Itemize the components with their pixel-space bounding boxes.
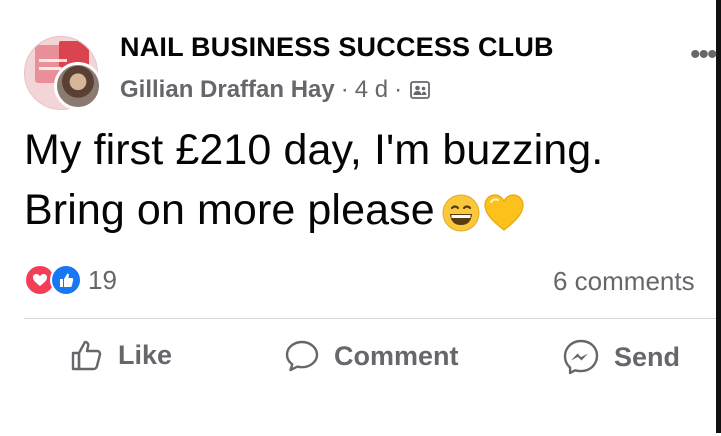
screen-edge [716,0,721,433]
divider [24,318,716,319]
post-text: My first £210 day, I'm buzzing. Bring on… [24,120,704,240]
reactions-summary[interactable]: 19 [24,264,117,296]
group-name[interactable]: NAIL BUSINESS SUCCESS CLUB [120,32,554,63]
messenger-icon [563,339,599,375]
comments-count[interactable]: 6 comments [553,266,695,297]
comment-button[interactable]: Comment [284,338,459,374]
post-text-line: Bring on more please [24,186,435,234]
grinning-face-emoji-icon [442,194,480,232]
group-avatar-line [39,59,67,62]
comment-bubble-icon [285,340,319,372]
post-meta: Gillian Draffan Hay · 4 d · [120,76,431,104]
more-options-icon[interactable]: ••• [690,38,717,72]
like-label: Like [118,339,173,370]
like-reaction-icon [50,264,82,296]
author-name[interactable]: Gillian Draffan Hay [120,76,335,104]
thumbs-up-icon [71,340,102,371]
next-section-cutoff [24,422,344,436]
post-text-line-2: Bring on more please [24,180,704,240]
members-group-icon [410,81,431,99]
group-avatar-line [39,67,61,70]
reaction-count: 19 [88,264,117,295]
post-time[interactable]: 4 d [355,76,388,104]
send-button[interactable]: Send [562,338,680,376]
meta-separator: · [340,76,349,103]
comment-label: Comment [334,340,459,371]
meta-separator: · [394,76,403,103]
yellow-heart-emoji-icon [484,194,524,231]
send-label: Send [614,341,681,372]
like-button[interactable]: Like [70,338,172,372]
author-avatar[interactable] [54,62,102,110]
post-text-line: My first £210 day, I'm buzzing. [24,126,604,174]
